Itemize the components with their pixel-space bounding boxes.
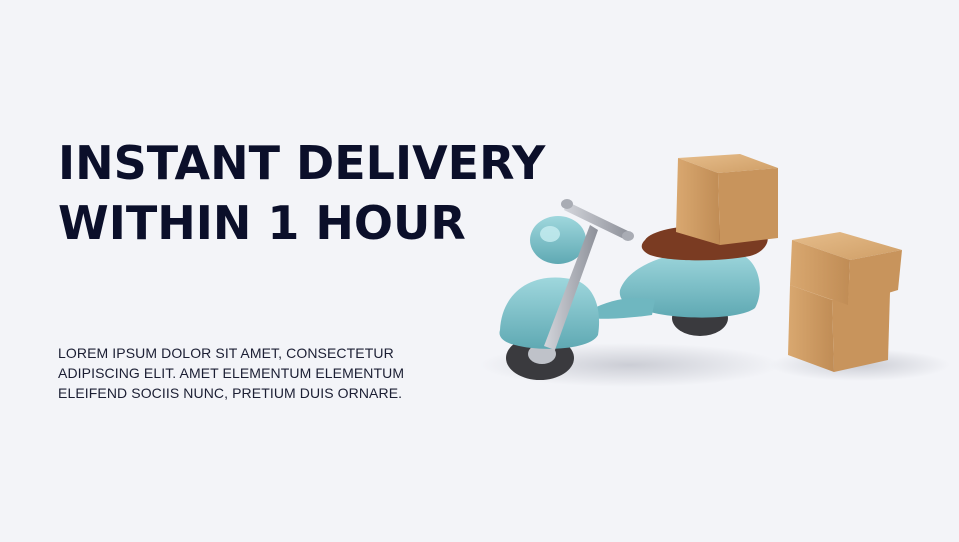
handlebar-grip-left <box>561 199 573 209</box>
scooter-floorboard <box>590 298 655 319</box>
handlebar-grip-right <box>622 231 634 241</box>
slide: INSTANT DELIVERY WITHIN 1 HOUR LOREM IPS… <box>0 0 959 542</box>
headlight <box>540 226 560 242</box>
body-text: LOREM IPSUM DOLOR SIT AMET, CONSECTETUR … <box>58 345 405 401</box>
delivery-scooter-with-boxes-icon <box>480 154 950 387</box>
headlight-pod <box>530 216 586 264</box>
box-on-seat <box>676 154 778 245</box>
